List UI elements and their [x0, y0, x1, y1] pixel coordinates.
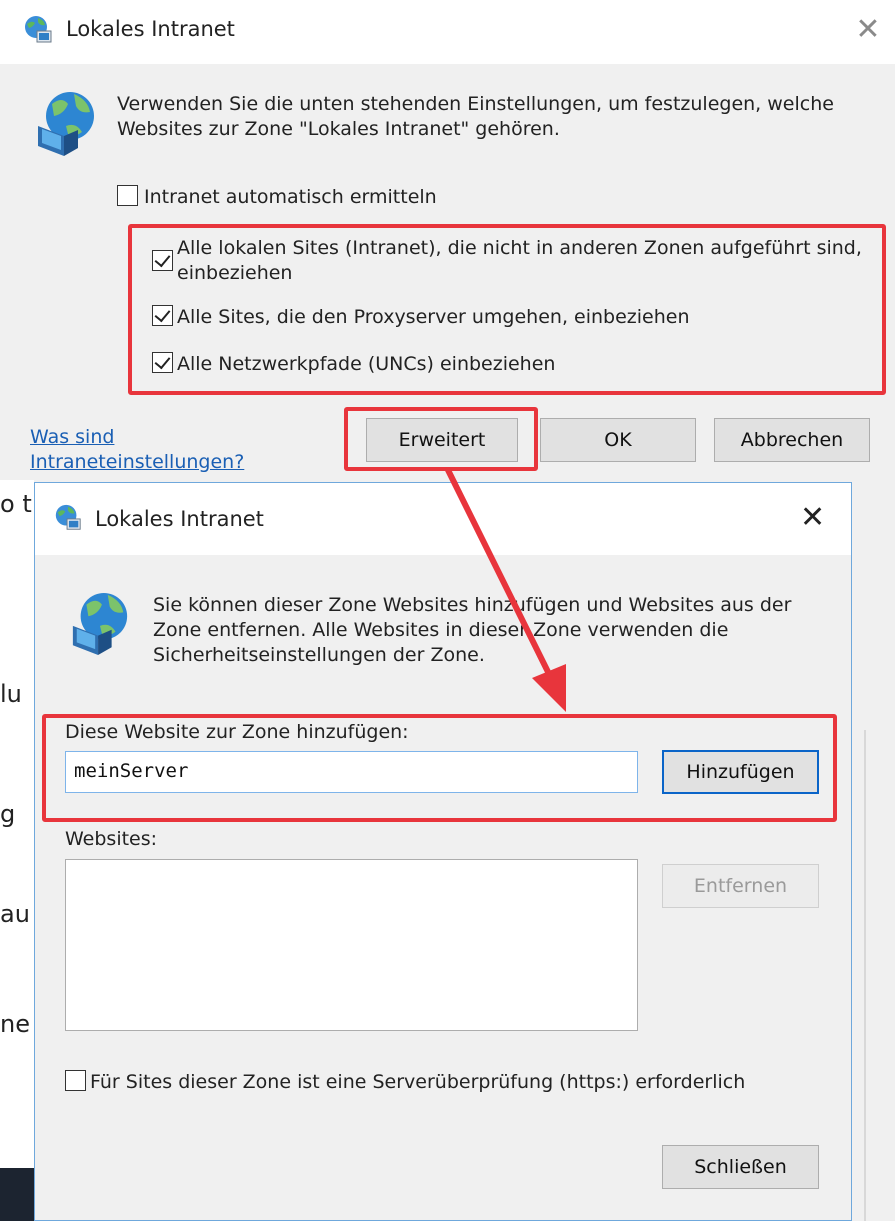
intranet-globe-icon: [25, 16, 52, 43]
inner-close-icon[interactable]: ✕: [800, 503, 825, 533]
remove-button[interactable]: Entfernen: [662, 864, 819, 908]
checkbox-label: Für Sites dieser Zone ist eine Serverübe…: [90, 1071, 746, 1093]
inner-dialog-title: Lokales Intranet: [95, 507, 264, 531]
inner-titlebar: Lokales Intranet ✕: [35, 483, 851, 555]
checkbox-box[interactable]: [117, 185, 138, 206]
checkbox-label: Intranet automatisch ermitteln: [144, 186, 437, 208]
background-text-fragment: o t: [0, 490, 32, 518]
outer-description: Verwenden Sie die unten stehenden Einste…: [117, 93, 834, 140]
outer-close-icon[interactable]: ✕: [850, 12, 886, 48]
checkbox-https-required[interactable]: Für Sites dieser Zone ist eine Serverübe…: [65, 1070, 745, 1095]
cancel-button[interactable]: Abbrechen: [714, 418, 870, 462]
annotation-highlight-checkboxes: [128, 224, 886, 395]
inner-dialog: Lokales Intranet ✕ Sie können dieser Zon…: [34, 482, 852, 1221]
close-button[interactable]: Schließen: [662, 1145, 819, 1189]
websites-list[interactable]: [65, 859, 638, 1031]
background-dark-strip: [0, 1168, 34, 1221]
background-text-fragment: lu: [0, 680, 22, 708]
checkbox-box[interactable]: [65, 1070, 86, 1091]
inner-description: Sie können dieser Zone Websites hinzufüg…: [153, 594, 792, 666]
background-edge: [864, 730, 866, 1221]
help-link-intranet-settings[interactable]: Was sind Intraneteinstellungen?: [30, 425, 330, 475]
intranet-globe-icon: [72, 592, 128, 655]
outer-titlebar: Lokales Intranet ✕: [0, 0, 895, 64]
annotation-highlight-add-site: [42, 714, 837, 822]
background-window: o t lu g au ne: [0, 480, 34, 1221]
checkbox-auto-detect[interactable]: Intranet automatisch ermitteln: [117, 185, 437, 210]
ok-button[interactable]: OK: [540, 418, 696, 462]
background-text-fragment: g: [0, 800, 16, 828]
outer-dialog-title: Lokales Intranet: [66, 17, 235, 41]
intranet-globe-icon: [38, 92, 94, 156]
annotation-highlight-advanced: [344, 407, 538, 471]
background-text-fragment: ne: [0, 1010, 30, 1038]
background-text-fragment: au: [0, 900, 30, 928]
intranet-globe-icon: [55, 504, 81, 530]
background-right-strip: [852, 480, 895, 1221]
websites-label: Websites:: [65, 828, 158, 850]
